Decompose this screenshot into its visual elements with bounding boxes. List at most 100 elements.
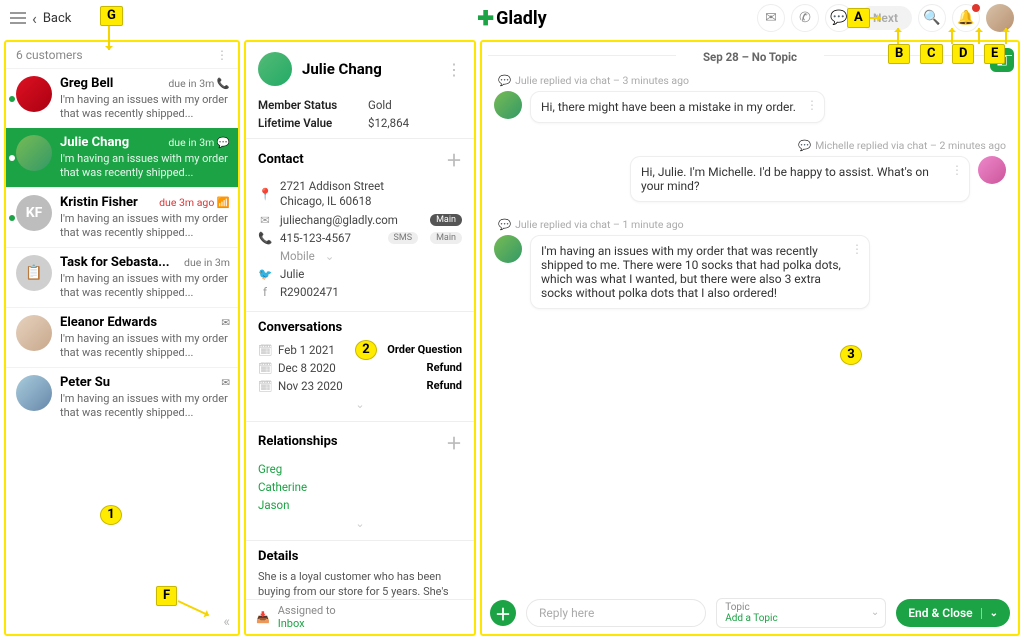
message-bubble: Hi, Julie. I'm Michelle. I'd be happy to… [630,156,970,202]
msg-meta-1: Julie replied via chat – 3 minutes ago [515,74,689,87]
inbox-item[interactable]: Julie Changdue in 3m 💬I'm having an issu… [6,128,238,187]
chevron-down-icon[interactable]: ⌄ [981,608,998,619]
chevron-down-icon[interactable]: ⌄ [325,249,335,263]
conversation-type: Order Question [387,343,462,356]
customer-avatar: 📋 [16,255,52,291]
phone-main-tag: Main [430,232,462,244]
contact-twitter[interactable]: Julie [280,267,304,281]
menu-icon[interactable] [10,12,26,24]
conversation-row[interactable]: 🗓Dec 8 2020Refund [258,359,462,377]
assigned-to-key: Assigned to [278,604,336,617]
profile-name: Julie Chang [302,60,436,78]
chat-bubble-icon: 💬 [798,139,811,152]
reply-input[interactable]: Reply here [526,599,706,627]
agent-avatar [978,156,1006,184]
customer-snippet: I'm having an issues with my order that … [60,212,230,240]
end-close-label: End & Close [908,606,972,620]
contact-email[interactable]: juliechang@gladly.com [280,213,398,227]
inbox-item[interactable]: 📋Task for Sebasta...due in 3m I'm having… [6,247,238,307]
due-label: ✉ [221,376,230,389]
brand-text: Gladly [496,8,547,29]
conversation-type: Refund [427,379,462,392]
relationships-heading: Relationships [258,434,338,449]
phone-small-icon: 📞 [258,231,272,245]
msg-text-1: Hi, there might have been a mistake in m… [541,100,796,114]
contact-facebook[interactable]: R29002471 [280,285,339,299]
conversation-row[interactable]: 🗓Nov 23 2020Refund [258,377,462,395]
inbox-item[interactable]: Eleanor Edwards ✉I'm having an issues wi… [6,307,238,367]
customer-avatar [494,91,522,119]
message-bubble: Hi, there might have been a mistake in m… [530,91,825,123]
annotation-G: G [100,6,123,26]
inbox-menu-icon[interactable]: ⋮ [216,48,228,62]
chevron-down-icon: ⌄ [871,607,879,618]
msg-text-3: I'm having an issues with my order that … [541,244,841,300]
member-status-value: Gold [368,98,392,112]
online-dot-icon [9,215,15,221]
phone-icon[interactable]: ✆ [791,4,819,32]
add-action-button[interactable]: ＋ [490,600,516,626]
email-main-tag: Main [430,214,462,226]
customer-name: Peter Su [60,375,110,390]
expand-conversations-icon[interactable]: ⌄ [258,395,462,411]
inbox-item[interactable]: KFKristin Fisherdue 3m ago 📶I'm having a… [6,187,238,247]
relationship-link[interactable]: Jason [258,496,462,514]
topic-selector[interactable]: Topic Add a Topic ⌄ [716,598,886,628]
customer-avatar [16,375,52,411]
conversation-date: Feb 1 2021 [278,343,335,357]
msg-text-2: Hi, Julie. I'm Michelle. I'd be happy to… [641,165,929,193]
conversation-date: Nov 23 2020 [278,379,343,393]
back-label[interactable]: Back [43,11,72,26]
online-dot-icon [9,96,15,102]
message-menu-icon[interactable]: ⋮ [806,98,818,112]
add-contact-icon[interactable]: ＋ [446,147,462,171]
calendar-icon: 🗓 [258,361,272,375]
add-relationship-icon[interactable]: ＋ [446,430,462,454]
brand-plus-icon: ✚ [477,6,494,30]
inbox-item[interactable]: Peter Su ✉I'm having an issues with my o… [6,367,238,427]
annotation-3: 3 [840,345,862,365]
inbox-item[interactable]: Greg Belldue in 3m 📞I'm having an issues… [6,68,238,128]
customer-name: Task for Sebasta... [60,255,170,270]
contact-phone[interactable]: 415-123-4567 [280,231,351,245]
contact-heading: Contact [258,152,304,167]
annotation-D: D [952,44,974,64]
message-bubble: I'm having an issues with my order that … [530,235,870,309]
online-dot-icon [9,155,15,161]
customer-avatar [494,235,522,263]
annotation-2: 2 [355,340,377,360]
annotation-F: F [156,586,177,606]
phone-sms-tag: SMS [388,232,419,244]
due-label: due in 3m [184,256,230,269]
back-chevron-icon[interactable]: ‹ [32,9,37,28]
customer-snippet: I'm having an issues with my order that … [60,332,230,360]
annotation-E: E [984,44,1005,64]
customer-snippet: I'm having an issues with my order that … [60,152,230,180]
profile-menu-icon[interactable]: ⋮ [446,60,462,79]
inbox-tray-icon: 📥 [256,611,270,624]
mail-icon[interactable]: ✉ [757,4,785,32]
conversation-panel: ◧ Sep 28 – No Topic 💬Julie replied via c… [480,40,1020,636]
assigned-to-value[interactable]: Inbox [278,617,336,630]
chat-bubble-icon: 💬 [498,218,511,231]
expand-relationships-icon[interactable]: ⌄ [258,514,462,530]
msg-meta-2: Michelle replied via chat – 2 minutes ag… [815,139,1006,152]
end-close-button[interactable]: End & Close ⌄ [896,599,1010,627]
message-menu-icon[interactable]: ⋮ [851,242,863,256]
search-icon[interactable]: 🔍 [918,4,946,32]
topic-label: Topic [725,602,877,613]
customer-name: Eleanor Edwards [60,315,157,330]
twitter-icon: 🐦 [258,267,272,281]
inbox-count: 6 customers [16,48,83,62]
inbox-panel: 6 customers ⋮ Greg Belldue in 3m 📞I'm ha… [4,40,240,636]
message-menu-icon[interactable]: ⋮ [951,163,963,177]
topic-value: Add a Topic [725,613,877,624]
profile-panel: Julie Chang ⋮ Member StatusGold Lifetime… [244,40,476,636]
pin-icon: 📍 [258,187,272,201]
relationship-link[interactable]: Catherine [258,478,462,496]
phone-kind[interactable]: Mobile [280,249,315,263]
ltv-key: Lifetime Value [258,116,368,130]
due-label: due 3m ago 📶 [159,196,230,209]
relationship-link[interactable]: Greg [258,460,462,478]
collapse-inbox-icon[interactable]: « [223,614,230,630]
